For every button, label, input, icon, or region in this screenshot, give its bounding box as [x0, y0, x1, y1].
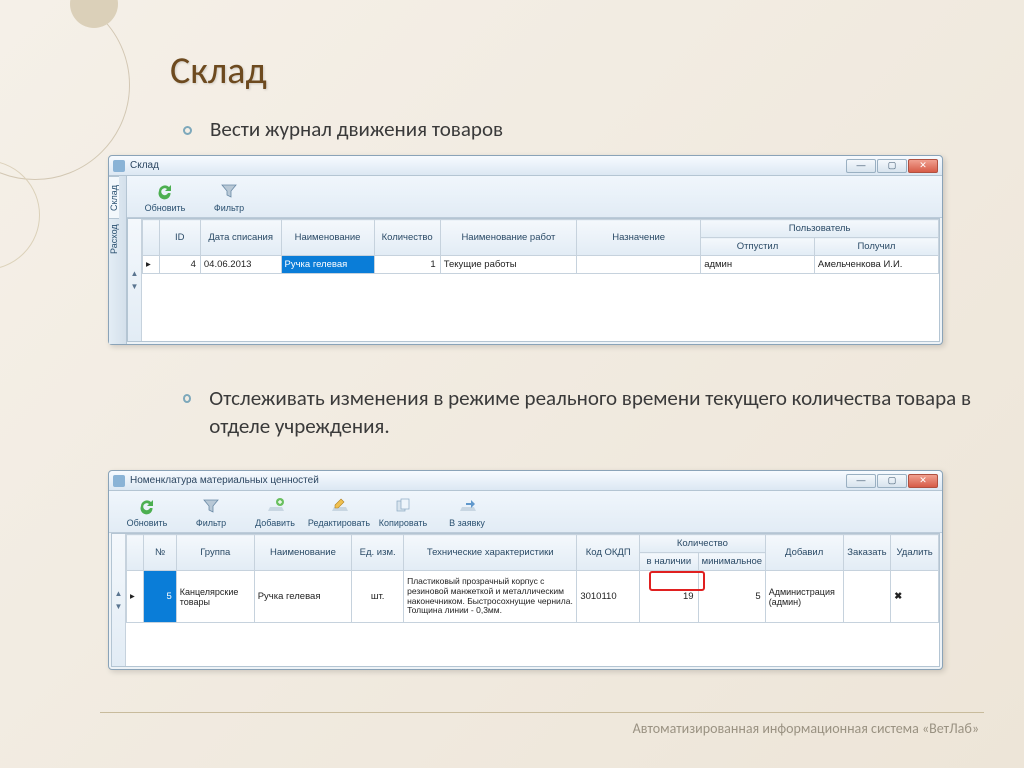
- col-tech[interactable]: Технические характеристики: [404, 535, 577, 571]
- toolbar: Обновить Фильтр Добавить Редактировать К…: [109, 491, 942, 533]
- nomenclature-grid[interactable]: № Группа Наименование Ед. изм. Техническ…: [126, 534, 939, 623]
- col-id[interactable]: ID: [159, 220, 200, 256]
- cell-okdp[interactable]: 3010110: [577, 571, 640, 623]
- col-instock[interactable]: в наличии: [640, 553, 698, 571]
- cell-recv[interactable]: Амельченкова И.И.: [814, 256, 938, 274]
- filter-button[interactable]: Фильтр: [179, 493, 243, 531]
- divider: [100, 712, 984, 713]
- cell-purpose[interactable]: [577, 256, 701, 274]
- titlebar[interactable]: Склад — ▢ ✕: [109, 156, 942, 176]
- cell-added[interactable]: Администрация (админ): [765, 571, 843, 623]
- cell-no[interactable]: 5: [144, 571, 176, 623]
- col-work[interactable]: Наименование работ: [440, 220, 576, 256]
- row-indicator-icon: ▸: [127, 571, 144, 623]
- cell-date[interactable]: 04.06.2013: [200, 256, 281, 274]
- vertical-tabs: Склад Расход: [109, 176, 127, 344]
- col-recv[interactable]: Получил: [814, 238, 938, 256]
- bullet-dot-icon: [183, 394, 191, 403]
- col-sent[interactable]: Отпустил: [701, 238, 815, 256]
- titlebar[interactable]: Номенклатура материальных ценностей — ▢ …: [109, 471, 942, 491]
- refresh-button[interactable]: Обновить: [133, 178, 197, 216]
- bullet-dot-icon: [183, 126, 192, 135]
- col-purpose[interactable]: Назначение: [577, 220, 701, 256]
- add-icon: [264, 496, 286, 516]
- cart-icon: [113, 160, 125, 172]
- col-no[interactable]: №: [144, 535, 176, 571]
- edit-icon: [328, 496, 350, 516]
- refresh-button[interactable]: Обновить: [115, 493, 179, 531]
- col-user-group[interactable]: Пользователь: [701, 220, 939, 238]
- close-button[interactable]: ✕: [908, 159, 938, 173]
- list-icon: [113, 475, 125, 487]
- warehouse-window: Склад — ▢ ✕ Склад Расход Обновить Фильтр…: [108, 155, 943, 345]
- window-title: Номенклатура материальных ценностей: [130, 475, 319, 486]
- col-name[interactable]: Наименование: [254, 535, 351, 571]
- bullet-1: Вести журнал движения товаров: [183, 116, 503, 142]
- filter-icon: [218, 181, 240, 201]
- cell-id[interactable]: 4: [159, 256, 200, 274]
- grid-area: ▲▼ № Группа Наименование Ед. изм. Технич…: [111, 533, 940, 667]
- col-group[interactable]: Группа: [176, 535, 254, 571]
- slide-title: Склад: [170, 48, 267, 94]
- table-row[interactable]: ▸ 4 04.06.2013 Ручка гелевая 1 Текущие р…: [143, 256, 939, 274]
- nomenclature-window: Номенклатура материальных ценностей — ▢ …: [108, 470, 943, 670]
- col-okdp[interactable]: Код ОКДП: [577, 535, 640, 571]
- window-title: Склад: [130, 160, 159, 171]
- col-date[interactable]: Дата списания: [200, 220, 281, 256]
- minimize-button[interactable]: —: [846, 159, 876, 173]
- maximize-button[interactable]: ▢: [877, 159, 907, 173]
- refresh-icon: [154, 181, 176, 201]
- cell-tech[interactable]: Пластиковый прозрачный корпус с резиново…: [404, 571, 577, 623]
- record-navigator[interactable]: ▲▼: [128, 219, 142, 341]
- footer-text: Автоматизированная информационная систем…: [633, 720, 979, 737]
- cell-group[interactable]: Канцелярские товары: [176, 571, 254, 623]
- cell-work[interactable]: Текущие работы: [440, 256, 576, 274]
- col-min[interactable]: минимальное: [698, 553, 765, 571]
- toolbar: Обновить Фильтр: [127, 176, 942, 218]
- cell-order[interactable]: [843, 571, 891, 623]
- refresh-icon: [136, 496, 158, 516]
- cell-qty[interactable]: 1: [374, 256, 440, 274]
- cell-unit[interactable]: шт.: [352, 571, 404, 623]
- cell-min[interactable]: 5: [698, 571, 765, 623]
- add-button[interactable]: Добавить: [243, 493, 307, 531]
- cell-instock[interactable]: 19: [640, 571, 698, 623]
- cell-name[interactable]: Ручка гелевая: [281, 256, 374, 274]
- copy-icon: [392, 496, 414, 516]
- filter-icon: [200, 496, 222, 516]
- minimize-button[interactable]: —: [846, 474, 876, 488]
- bullet-2: Отслеживать изменения в режиме реального…: [183, 384, 1024, 441]
- col-qty[interactable]: Количество: [374, 220, 440, 256]
- vtab-expense[interactable]: Расход: [109, 218, 119, 260]
- close-button[interactable]: ✕: [908, 474, 938, 488]
- cell-sent[interactable]: админ: [701, 256, 815, 274]
- col-qty-group[interactable]: Количество: [640, 535, 766, 553]
- grid-area: ▲▼ ID Дата списания Наименование Количес…: [127, 218, 940, 342]
- cell-name[interactable]: Ручка гелевая: [254, 571, 351, 623]
- col-unit[interactable]: Ед. изм.: [352, 535, 404, 571]
- table-row[interactable]: ▸ 5 Канцелярские товары Ручка гелевая шт…: [127, 571, 939, 623]
- col-order[interactable]: Заказать: [843, 535, 891, 571]
- request-button[interactable]: В заявку: [435, 493, 499, 531]
- maximize-button[interactable]: ▢: [877, 474, 907, 488]
- request-icon: [456, 496, 478, 516]
- col-name[interactable]: Наименование: [281, 220, 374, 256]
- col-added[interactable]: Добавил: [765, 535, 843, 571]
- col-delete[interactable]: Удалить: [891, 535, 939, 571]
- expense-grid[interactable]: ID Дата списания Наименование Количество…: [142, 219, 939, 274]
- record-navigator[interactable]: ▲▼: [112, 534, 126, 666]
- vtab-warehouse[interactable]: Склад: [109, 176, 119, 218]
- delete-row-button[interactable]: ✖: [891, 571, 939, 623]
- row-indicator-icon: ▸: [143, 256, 160, 274]
- edit-button[interactable]: Редактировать: [307, 493, 371, 531]
- filter-button[interactable]: Фильтр: [197, 178, 261, 216]
- copy-button[interactable]: Копировать: [371, 493, 435, 531]
